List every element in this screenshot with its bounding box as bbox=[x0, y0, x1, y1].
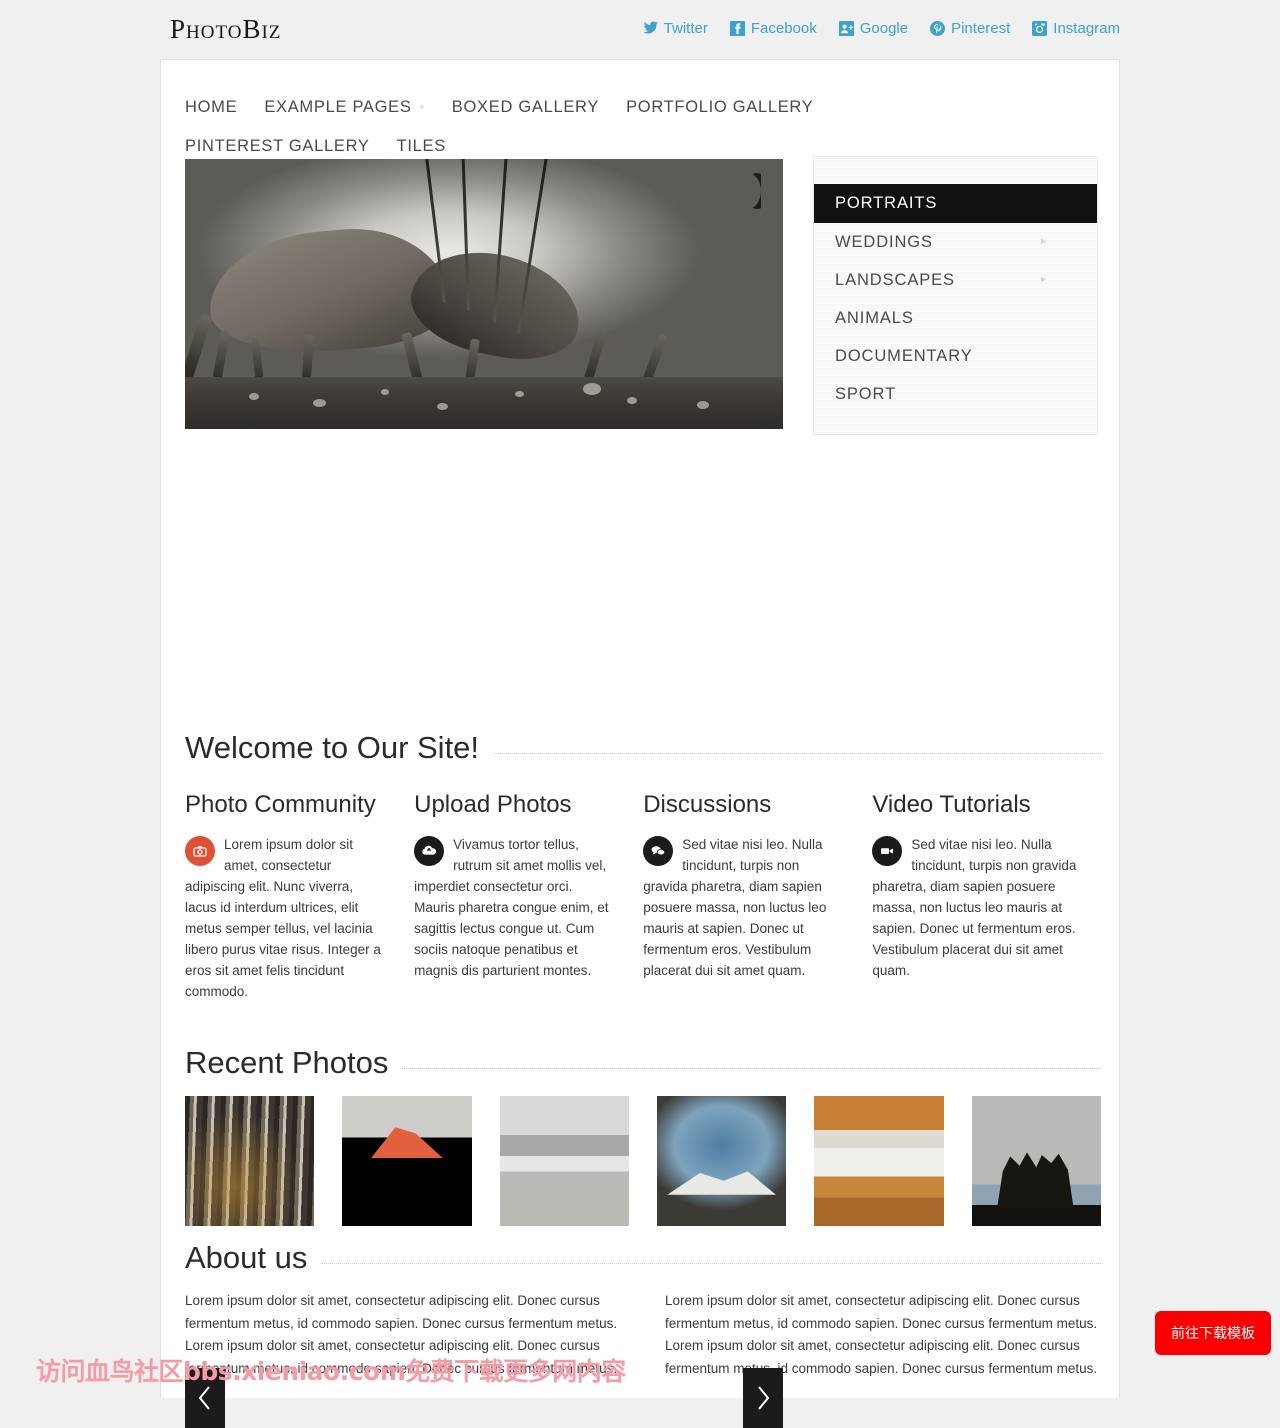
nav-item-home[interactable]: HOME bbox=[185, 88, 264, 127]
cloud-upload-icon bbox=[414, 836, 445, 866]
category-item-weddings[interactable]: WEDDINGS ▸ bbox=[835, 223, 1076, 261]
feature-text: Lorem ipsum dolor sit amet, consectetur … bbox=[185, 837, 381, 999]
welcome-section-header: Welcome to Our Site! bbox=[185, 730, 1101, 766]
recent-photos-grid bbox=[185, 1096, 1101, 1226]
comments-icon bbox=[643, 836, 674, 866]
nav-label: BOXED GALLERY bbox=[451, 98, 600, 116]
nav-label: PINTEREST GALLERY bbox=[185, 137, 370, 155]
nav-label: TILES bbox=[396, 137, 446, 155]
hero-slider[interactable] bbox=[185, 159, 783, 429]
pebble bbox=[627, 397, 637, 404]
feature-heading: Video Tutorials bbox=[872, 791, 1031, 818]
camera-icon bbox=[185, 836, 215, 866]
chevron-left-icon bbox=[198, 1386, 210, 1410]
nav-item-portfolio-gallery[interactable]: PORTFOLIO GALLERY bbox=[626, 88, 840, 127]
category-item-animals[interactable]: ANIMALS bbox=[835, 299, 1076, 337]
crescent-moon-shape bbox=[748, 173, 761, 209]
hero-image bbox=[185, 159, 783, 429]
pebble bbox=[697, 401, 709, 409]
category-item-portraits[interactable]: PORTRAITS bbox=[814, 184, 1097, 223]
category-sidebar: PORTRAITS WEDDINGS ▸ LANDSCAPES ▸ ANIMAL… bbox=[813, 156, 1098, 435]
category-label: DOCUMENTARY bbox=[835, 347, 973, 365]
feature-text: Sed vitae nisi leo. Nulla tincidunt, tur… bbox=[872, 837, 1077, 978]
nav-label: HOME bbox=[185, 98, 238, 116]
category-item-sport[interactable]: SPORT bbox=[835, 375, 1076, 413]
main-navigation: HOME EXAMPLE PAGES ▾ BOXED GALLERY PORTFO… bbox=[185, 88, 1085, 166]
category-label: PORTRAITS bbox=[835, 194, 938, 212]
social-link-instagram[interactable]: Instagram bbox=[1032, 20, 1120, 37]
facebook-icon bbox=[729, 21, 745, 36]
category-label: WEDDINGS bbox=[835, 233, 933, 251]
about-us-header: About us bbox=[185, 1240, 1101, 1276]
nav-item-example-pages[interactable]: EXAMPLE PAGES ▾ bbox=[264, 88, 451, 127]
dotted-divider bbox=[402, 1067, 1101, 1069]
feature-column-video-tutorials: Video Tutorials Sed vitae nisi leo. Null… bbox=[872, 790, 1101, 1002]
download-template-button[interactable]: 前往下载模板 bbox=[1155, 1311, 1271, 1355]
chevron-down-icon: ▾ bbox=[419, 102, 425, 113]
chevron-right-icon bbox=[758, 1386, 770, 1410]
category-label: ANIMALS bbox=[835, 309, 914, 327]
feature-heading: Upload Photos bbox=[414, 791, 572, 818]
feature-column-discussions: Discussions Sed vitae nisi leo. Nulla ti… bbox=[643, 790, 872, 1002]
category-item-landscapes[interactable]: LANDSCAPES ▸ bbox=[835, 261, 1076, 299]
twitter-icon bbox=[642, 21, 658, 36]
category-label: LANDSCAPES bbox=[835, 271, 955, 289]
recent-photos-title: Recent Photos bbox=[185, 1045, 389, 1080]
about-us-title: About us bbox=[185, 1240, 308, 1275]
pebble bbox=[515, 391, 524, 397]
photo-thumbnail[interactable] bbox=[656, 1096, 787, 1226]
social-label: Twitter bbox=[663, 20, 708, 37]
photo-thumbnail[interactable] bbox=[499, 1096, 629, 1226]
video-camera-icon bbox=[872, 836, 903, 866]
photo-thumbnail[interactable] bbox=[185, 1096, 315, 1226]
dotted-divider bbox=[321, 1262, 1101, 1264]
pebble bbox=[313, 399, 326, 407]
chevron-right-icon: ▸ bbox=[1040, 236, 1046, 247]
feature-heading: Discussions bbox=[643, 791, 772, 818]
photo-thumbnail[interactable] bbox=[971, 1096, 1101, 1226]
site-logo[interactable]: PhotoBiz bbox=[170, 14, 281, 45]
social-link-pinterest[interactable]: Pinterest bbox=[930, 20, 1010, 37]
nav-item-boxed-gallery[interactable]: BOXED GALLERY bbox=[452, 88, 626, 127]
recent-photos-header: Recent Photos bbox=[185, 1045, 1101, 1081]
top-bar: PhotoBiz Twitter Facebook Google Pintere… bbox=[0, 0, 1280, 59]
feature-columns: Photo Community Lorem ipsum dolor sit am… bbox=[185, 790, 1101, 1002]
category-label: SPORT bbox=[835, 385, 897, 403]
social-link-facebook[interactable]: Facebook bbox=[729, 20, 817, 37]
pebble bbox=[381, 389, 389, 395]
dotted-divider bbox=[493, 752, 1101, 754]
feature-text: Vivamus tortor tellus, rutrum sit amet m… bbox=[414, 837, 609, 978]
social-link-google[interactable]: Google bbox=[838, 20, 909, 37]
google-plus-icon bbox=[838, 21, 854, 36]
photo-thumbnail[interactable] bbox=[342, 1096, 472, 1226]
site-watermark: 访问血鸟社区bbs.xieniao.com免费下载更多网内容 bbox=[36, 1357, 626, 1386]
social-label: Pinterest bbox=[951, 20, 1011, 37]
nav-label: EXAMPLE PAGES bbox=[264, 98, 412, 116]
pebble bbox=[249, 393, 259, 400]
social-label: Instagram bbox=[1053, 20, 1120, 37]
welcome-title: Welcome to Our Site! bbox=[185, 730, 480, 765]
chevron-right-icon: ▸ bbox=[1040, 274, 1046, 285]
nav-label: PORTFOLIO GALLERY bbox=[626, 98, 814, 116]
pebble bbox=[583, 383, 601, 395]
page-container: HOME EXAMPLE PAGES ▾ BOXED GALLERY PORTFO… bbox=[160, 59, 1120, 1428]
photo-thumbnail[interactable] bbox=[814, 1096, 944, 1226]
slider-next-button[interactable] bbox=[743, 1368, 783, 1428]
feature-heading: Photo Community bbox=[185, 791, 376, 818]
feature-column-photo-community: Photo Community Lorem ipsum dolor sit am… bbox=[185, 790, 414, 1002]
about-paragraph: Lorem ipsum dolor sit amet, consectetur … bbox=[665, 1293, 1098, 1376]
social-link-twitter[interactable]: Twitter bbox=[642, 20, 708, 37]
pinterest-icon bbox=[930, 21, 946, 36]
social-label: Facebook bbox=[750, 20, 817, 37]
social-links: Twitter Facebook Google Pinterest Instag bbox=[642, 20, 1120, 37]
feature-column-upload-photos: Upload Photos Vivamus tortor tellus, rut… bbox=[414, 790, 643, 1002]
pebble bbox=[437, 403, 448, 410]
ground-strip bbox=[185, 377, 783, 429]
instagram-icon bbox=[1032, 21, 1048, 36]
social-label: Google bbox=[859, 20, 909, 37]
category-item-documentary[interactable]: DOCUMENTARY bbox=[835, 337, 1076, 375]
